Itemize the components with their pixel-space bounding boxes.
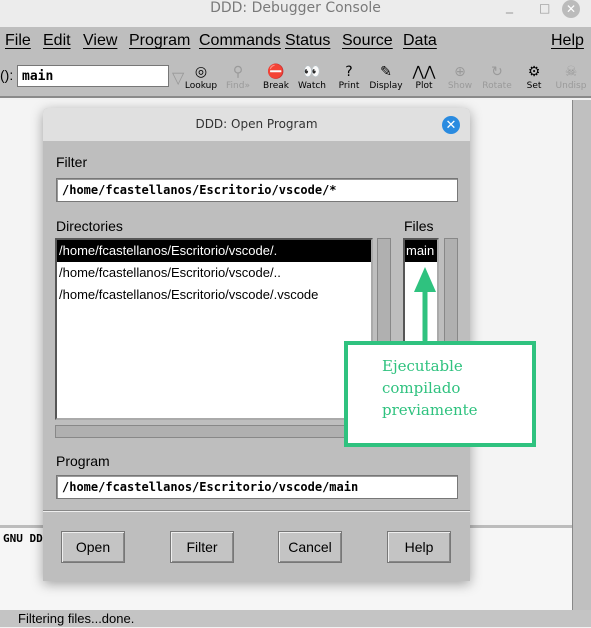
- arg-label: ():: [0, 67, 14, 83]
- print-button[interactable]: ? Print: [329, 64, 369, 91]
- watch-button[interactable]: 👀 Watch: [292, 64, 332, 91]
- question-icon: ?: [345, 64, 353, 80]
- annotation-line: Ejecutable: [382, 357, 463, 375]
- dialog-close-icon[interactable]: ✕: [442, 116, 460, 134]
- console-text: GNU DD: [3, 532, 43, 545]
- program-input[interactable]: /home/fcastellanos/Escritorio/vscode/mai…: [56, 475, 458, 499]
- display-button[interactable]: ✎ Display: [366, 64, 406, 91]
- annotation-line: previamente: [382, 401, 478, 419]
- menubar: File Edit View Program Commands Status S…: [0, 27, 591, 58]
- program-label: Program: [56, 453, 110, 469]
- directories-hscrollbar[interactable]: [55, 425, 385, 438]
- lookup-button[interactable]: ◎ Lookup: [181, 64, 221, 91]
- help-button[interactable]: Help: [387, 531, 451, 563]
- show-button[interactable]: ⊕ Show: [440, 64, 480, 91]
- annotation-line: compilado: [382, 379, 461, 397]
- menu-file[interactable]: File: [5, 32, 31, 50]
- menu-help[interactable]: Help: [551, 32, 584, 50]
- set-button[interactable]: ⚙ Set: [514, 64, 554, 91]
- filter-input[interactable]: /home/fcastellanos/Escritorio/vscode/*: [56, 178, 458, 202]
- undisp-button[interactable]: ☠ Undisp: [551, 64, 591, 91]
- stop-sign-icon: ⛔: [267, 64, 285, 80]
- directory-item[interactable]: /home/fcastellanos/Escritorio/vscode/.vs…: [57, 284, 371, 306]
- window-titlebar: DDD: Debugger Console _ □ ✕: [0, 0, 591, 27]
- menu-commands[interactable]: Commands: [199, 32, 281, 50]
- rotate-button[interactable]: ↻ Rotate: [477, 64, 517, 91]
- close-window-button[interactable]: ✕: [562, 0, 580, 18]
- eyes-icon: 👀: [303, 64, 321, 80]
- status-bar: Filtering files...done.: [0, 610, 591, 627]
- cancel-button[interactable]: Cancel: [278, 531, 342, 563]
- directory-item[interactable]: /home/fcastellanos/Escritorio/vscode/..: [57, 262, 371, 284]
- find-button[interactable]: ⚲ Find»: [218, 64, 258, 91]
- menu-data[interactable]: Data: [403, 32, 437, 50]
- menu-status[interactable]: Status: [285, 32, 330, 50]
- gear-icon: ⚙: [527, 64, 541, 80]
- display-icon: ✎: [380, 64, 392, 80]
- annotation-arrow: [414, 267, 436, 343]
- break-button[interactable]: ⛔ Break: [256, 64, 296, 91]
- open-button[interactable]: Open: [61, 531, 125, 563]
- plot-button[interactable]: ⋀⋀ Plot: [404, 64, 444, 91]
- files-label: Files: [404, 218, 434, 234]
- minimize-button[interactable]: _: [506, 0, 513, 14]
- vertical-scrollbar[interactable]: [572, 100, 591, 610]
- magnifier-icon: ⊕: [454, 64, 466, 80]
- filter-button[interactable]: Filter: [170, 531, 234, 563]
- window-title: DDD: Debugger Console: [210, 0, 381, 16]
- find-icon: ⚲: [232, 64, 244, 80]
- rotate-icon: ↻: [491, 64, 503, 80]
- file-item-main[interactable]: main: [405, 240, 437, 262]
- annotation-box: Ejecutable compilado previamente: [344, 341, 536, 447]
- plot-icon: ⋀⋀: [412, 64, 436, 80]
- menu-program[interactable]: Program: [129, 32, 190, 50]
- maximize-button[interactable]: □: [539, 0, 550, 16]
- argument-input[interactable]: main: [17, 65, 169, 87]
- menu-source[interactable]: Source: [342, 32, 393, 50]
- directories-list[interactable]: /home/fcastellanos/Escritorio/vscode/. /…: [55, 238, 373, 420]
- menu-view[interactable]: View: [83, 32, 117, 50]
- menu-edit[interactable]: Edit: [43, 32, 71, 50]
- filter-label: Filter: [56, 154, 88, 170]
- directories-label: Directories: [56, 218, 123, 234]
- dialog-title: DDD: Open Program: [43, 108, 470, 141]
- dialog-separator: [43, 510, 470, 512]
- directory-item[interactable]: /home/fcastellanos/Escritorio/vscode/.: [57, 240, 371, 262]
- lookup-icon: ◎: [194, 64, 208, 80]
- skull-icon: ☠: [564, 64, 578, 80]
